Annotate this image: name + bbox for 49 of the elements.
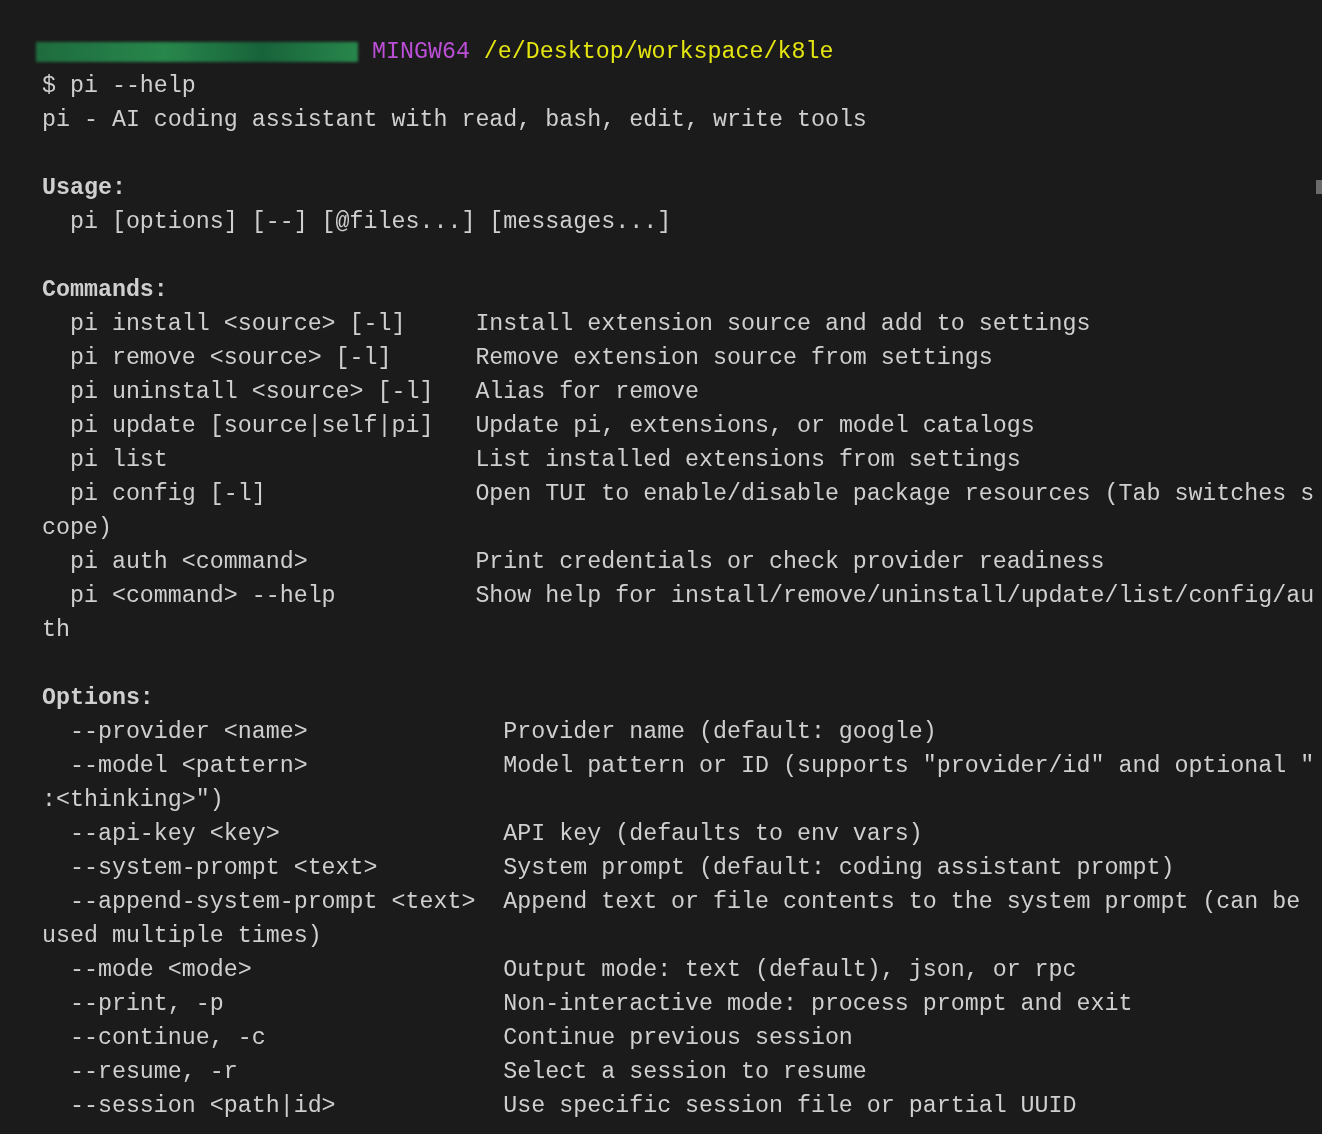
option-text: --mode <mode> — [68, 957, 252, 983]
description-text: API key (defaults to env vars) — [503, 820, 923, 849]
description-text: Non-interactive mode: process prompt and exit — [503, 990, 1133, 1019]
command-text: pi <command> --help — [68, 583, 336, 609]
option-text: --api-key <key> — [68, 821, 280, 847]
command-text: pi remove <source> [-l] — [68, 345, 392, 371]
option-text: --continue, -c — [68, 1025, 266, 1051]
scrollbar-thumb[interactable] — [1316, 180, 1322, 194]
section-heading: Options: — [42, 684, 154, 713]
description-text: Select a session to resume — [503, 1058, 867, 1087]
terminal-line: :<thinking>") — [42, 786, 224, 815]
terminal-line: pi [options] [--] [@files...] [messages...] — [68, 208, 672, 237]
description-text: Model pattern or ID (supports "provider/id" and optional " — [503, 752, 1315, 781]
command-text: pi update [source|self|pi] — [68, 413, 434, 439]
option-text: --model <pattern> — [68, 753, 308, 779]
option-text: --resume, -r — [68, 1059, 238, 1085]
option-text: --provider <name> — [68, 719, 308, 745]
description-text: Output mode: text (default), json, or rpc — [503, 956, 1077, 985]
description-text: Show help for install/remove/uninstall/update/list/config/au — [475, 582, 1315, 611]
shell-label: MINGW64 — [372, 38, 470, 67]
option-text: --session <path|id> — [68, 1093, 336, 1119]
section-heading: Commands: — [42, 276, 168, 305]
option-text: --system-prompt <text> — [68, 855, 378, 881]
path-text: /e/Desktop/workspace/k8le — [483, 38, 834, 67]
terminal-line: th — [42, 616, 70, 645]
command-text: pi auth <command> — [68, 549, 308, 575]
description-text: Install extension source and add to settings — [475, 310, 1091, 339]
command-text: pi install <source> [-l] — [68, 311, 406, 337]
description-text: Alias for remove — [475, 378, 700, 407]
terminal-line: used multiple times) — [42, 922, 322, 951]
command-text: pi uninstall <source> [-l] — [68, 379, 434, 405]
command-text: pi config [-l] — [68, 481, 266, 507]
terminal-line: pi - AI coding assistant with read, bash, edit, write tools — [42, 106, 867, 135]
description-text: Continue previous session — [503, 1024, 853, 1053]
description-text: List installed extensions from settings — [475, 446, 1021, 475]
section-heading: Usage: — [42, 174, 126, 203]
description-text: Open TUI to enable/disable package resources (Tab switches s — [475, 480, 1315, 509]
description-text: Append text or file contents to the system prompt (can be — [503, 888, 1301, 917]
command-text: pi list — [68, 447, 168, 473]
description-text: System prompt (default: coding assistant prompt) — [503, 854, 1175, 883]
description-text: Use specific session file or partial UUID — [503, 1092, 1077, 1121]
description-text: Provider name (default: google) — [503, 718, 937, 747]
option-text: --print, -p — [68, 991, 224, 1017]
description-text: Remove extension source from settings — [475, 344, 993, 373]
option-text: --append-system-prompt <text> — [68, 889, 476, 915]
description-text: Print credentials or check provider readiness — [475, 548, 1105, 577]
terminal-line: cope) — [42, 514, 112, 543]
terminal-line: $ pi --help — [42, 72, 196, 101]
description-text: Update pi, extensions, or model catalogs — [475, 412, 1035, 441]
